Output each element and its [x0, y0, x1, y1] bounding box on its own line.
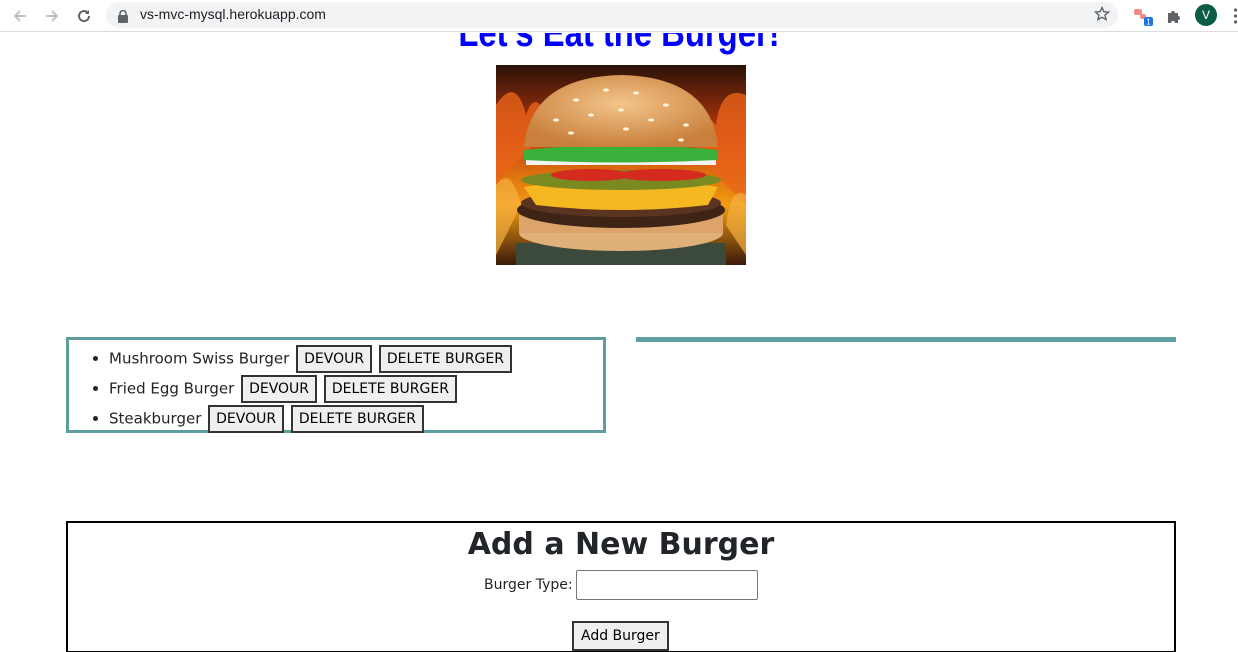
back-arrow-icon[interactable] [8, 4, 32, 28]
burger-list: Mushroom Swiss Burger DEVOUR DELETE BURG… [109, 343, 512, 433]
burger-image [496, 65, 746, 265]
list-item: Steakburger DEVOUR DELETE BURGER [109, 403, 512, 433]
kebab-menu-icon[interactable] [1233, 6, 1238, 26]
extension-badge: 1 [1146, 18, 1151, 27]
delete-burger-button[interactable]: DELETE BURGER [323, 374, 457, 403]
add-burger-form: Add a New Burger Burger Type: Add Burger [66, 521, 1176, 652]
extension-icon[interactable]: 1 [1131, 4, 1155, 28]
devour-button[interactable]: DEVOUR [208, 404, 285, 433]
lock-icon [118, 8, 128, 27]
burger-list-panel: Mushroom Swiss Burger DEVOUR DELETE BURG… [66, 337, 606, 433]
url-text: vs-mvc-mysql.herokuapp.com [140, 6, 326, 22]
reload-icon[interactable] [72, 4, 96, 28]
devoured-list-panel [636, 337, 1176, 342]
browser-toolbar: vs-mvc-mysql.herokuapp.com 1 V [0, 0, 1238, 32]
delete-burger-button[interactable]: DELETE BURGER [378, 344, 512, 373]
puzzle-extensions-icon[interactable] [1162, 4, 1186, 28]
list-item: Fried Egg Burger DEVOUR DELETE BURGER [109, 373, 512, 403]
burger-name: Fried Egg Burger [109, 379, 235, 398]
form-heading: Add a New Burger [467, 527, 775, 562]
burger-name: Steakburger [109, 409, 202, 428]
page-content: Let's Eat the Burger! • Mushroom Swiss B… [0, 33, 1238, 652]
list-item: Mushroom Swiss Burger DEVOUR DELETE BURG… [109, 343, 512, 373]
burger-name: Mushroom Swiss Burger [109, 349, 290, 368]
address-bar[interactable]: vs-mvc-mysql.herokuapp.com [106, 2, 1118, 28]
devour-button[interactable]: DEVOUR [296, 344, 373, 373]
devour-button[interactable]: DEVOUR [241, 374, 318, 403]
bookmark-star-icon[interactable] [1093, 5, 1111, 26]
forward-arrow-icon[interactable] [40, 4, 64, 28]
burger-type-label: Burger Type: [484, 577, 573, 593]
page-title: Let's Eat the Burger! [458, 33, 780, 55]
profile-avatar[interactable]: V [1195, 4, 1217, 26]
add-burger-button[interactable]: Add Burger [572, 621, 669, 651]
burger-type-input[interactable] [576, 570, 758, 600]
delete-burger-button[interactable]: DELETE BURGER [290, 404, 424, 433]
